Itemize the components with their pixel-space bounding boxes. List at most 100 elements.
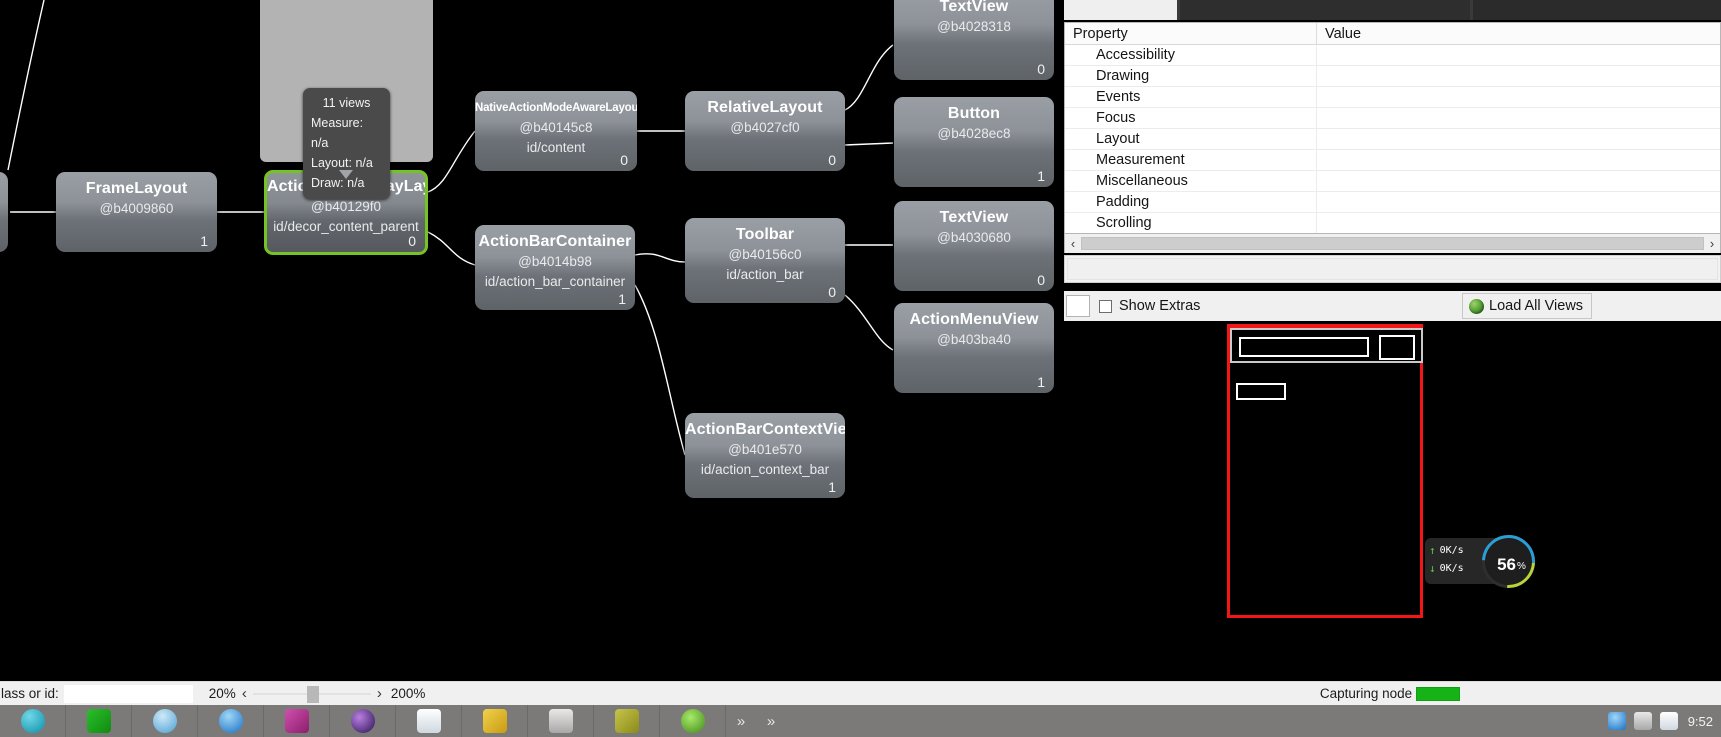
properties-table-header: Property Value [1065, 23, 1720, 45]
tree-node-toolbar[interactable]: Toolbar @b40156c0 id/action_bar 0 [685, 218, 845, 303]
tree-node-title: NativeActionModeAwareLayout [475, 102, 637, 114]
taskbar-icon-magenta-folder [284, 709, 309, 733]
tree-node-textview-2[interactable]: TextView @b4030680 0 [894, 201, 1054, 291]
property-name: Focus [1096, 110, 1136, 126]
property-row[interactable]: Scrolling [1065, 212, 1720, 233]
taskbar-item[interactable] [528, 705, 594, 737]
taskbar-spacer [786, 705, 1600, 737]
property-name: Miscellaneous [1096, 173, 1188, 189]
property-row[interactable]: Layout [1065, 128, 1720, 150]
tree-node-child-count: 0 [1037, 272, 1045, 288]
tree-node-title: ActionBarContainer [478, 233, 632, 250]
taskbar-icon-green [86, 709, 111, 733]
tray-volume-icon[interactable] [1633, 712, 1652, 730]
properties-horizontal-scrollbar[interactable]: ‹ › [1064, 234, 1721, 253]
tree-node-nativeactionmodeawarelayout[interactable]: NativeActionModeAwareLayout @b40145c8 id… [475, 91, 637, 171]
tree-node-partial[interactable]: 0 [0, 172, 8, 252]
tree-node-actionmenuview[interactable]: ActionMenuView @b403ba40 1 [894, 303, 1054, 393]
tree-node-title: Toolbar [735, 226, 795, 243]
taskbar-item[interactable] [0, 705, 66, 737]
property-value [1316, 149, 1720, 171]
show-extras-checkbox[interactable] [1099, 299, 1112, 313]
tree-node-title: ActionBarContextView [685, 421, 845, 438]
zoom-slider-thumb[interactable] [306, 685, 319, 703]
tree-node-framelayout[interactable]: FrameLayout @b4009860 1 [56, 172, 217, 252]
tooltip-view-count: 11 views [322, 96, 371, 110]
filter-input[interactable] [63, 684, 193, 703]
tree-node-child-count: 0 [408, 233, 416, 249]
tray-network-icon[interactable] [1607, 712, 1626, 730]
zoom-decrease-icon[interactable]: ‹ [236, 685, 253, 702]
tree-node-address: @b4027cf0 [730, 120, 800, 135]
taskbar-overflow-icon[interactable]: » [726, 713, 756, 730]
taskbar-item[interactable] [660, 705, 726, 737]
property-value [1316, 128, 1720, 150]
extras-color-swatch[interactable] [1066, 295, 1090, 317]
tree-node-resource-id: id/action_context_bar [700, 462, 830, 477]
scroll-right-icon[interactable]: › [1704, 236, 1720, 251]
device-screen-preview[interactable] [1227, 325, 1423, 618]
taskbar-icon-teal [20, 709, 45, 733]
panel-strip-block-b [1180, 0, 1470, 20]
taskbar-item[interactable] [462, 705, 528, 737]
property-value [1316, 44, 1720, 66]
cpu-usage-value: 56 [1497, 554, 1516, 574]
property-row[interactable]: Padding [1065, 191, 1720, 213]
property-name: Accessibility [1096, 47, 1175, 63]
properties-table[interactable]: Property Value Accessibility Drawing Event… [1064, 22, 1721, 234]
tree-node-title: Button [947, 105, 1001, 122]
property-row[interactable]: Focus [1065, 107, 1720, 129]
zoom-increase-icon[interactable]: › [371, 685, 388, 702]
tooltip-measure: Measure: n/a [311, 116, 364, 150]
property-name: Drawing [1096, 68, 1150, 84]
taskbar-icon-folder [482, 709, 507, 733]
tree-node-relativelayout[interactable]: RelativeLayout @b4027cf0 0 [685, 91, 845, 171]
taskbar-item[interactable] [132, 705, 198, 737]
tray-battery-icon[interactable] [1659, 712, 1678, 730]
tree-node-child-count: 0 [828, 284, 836, 300]
panel-strip-block-a [1064, 0, 1177, 20]
load-all-views-button[interactable]: Load All Views [1462, 293, 1593, 319]
tree-node-button[interactable]: Button @b4028ec8 1 [894, 97, 1054, 187]
taskbar-item[interactable] [330, 705, 396, 737]
tree-node-actionbarcontainer[interactable]: ActionBarContainer @b4014b98 id/action_b… [475, 225, 635, 310]
view-hierarchy-canvas[interactable]: 0 FrameLayout @b4009860 1 ActionBarOverl… [0, 0, 1059, 681]
tree-node-address: @b4028318 [937, 19, 1011, 34]
properties-table-body: Accessibility Drawing Events Focus Layout Mea… [1065, 44, 1720, 233]
scroll-left-icon[interactable]: ‹ [1065, 236, 1081, 251]
taskbar-item[interactable] [594, 705, 660, 737]
os-taskbar[interactable]: » » 9:52 [0, 705, 1721, 737]
tree-bottom-toolbar: lass or id: 20% ‹ › 200% [0, 681, 1059, 705]
show-extras-label: Show Extras [1119, 298, 1201, 314]
taskbar-item[interactable] [396, 705, 462, 737]
download-speed-value: 0K/s [1439, 563, 1464, 574]
tree-node-child-count: 0 [620, 152, 628, 168]
tree-node-textview-1[interactable]: TextView @b4028318 0 [894, 0, 1054, 80]
tree-node-resource-id: id/decor_content_parent [273, 219, 419, 234]
zoom-slider[interactable] [252, 685, 371, 703]
taskbar-item[interactable] [66, 705, 132, 737]
property-row[interactable]: Miscellaneous [1065, 170, 1720, 192]
taskbar-item[interactable] [198, 705, 264, 737]
tree-node-resource-id: id/action_bar [726, 267, 804, 282]
tree-node-address: @b40129f0 [310, 199, 381, 214]
column-header-property[interactable]: Property [1065, 26, 1316, 42]
tree-node-actionbarcontextview[interactable]: ActionBarContextView @b401e570 id/action… [685, 413, 845, 498]
property-row[interactable]: Accessibility [1065, 44, 1720, 66]
system-monitor-widget[interactable]: ↑ 0K/s ↓ 0K/s 56 % [1425, 524, 1546, 599]
column-header-value[interactable]: Value [1316, 23, 1720, 45]
arrow-down-icon: ↓ [1429, 562, 1436, 575]
property-row[interactable]: Events [1065, 86, 1720, 108]
property-row[interactable]: Measurement [1065, 149, 1720, 171]
scrollbar-thumb[interactable] [1081, 237, 1704, 250]
taskbar-overflow-icon-2[interactable]: » [756, 713, 786, 730]
property-row[interactable]: Drawing [1065, 65, 1720, 87]
preview-toolbar-outline [1230, 328, 1423, 363]
globe-icon [1469, 298, 1484, 314]
taskbar-icon-purple [350, 709, 375, 733]
taskbar-item[interactable] [264, 705, 330, 737]
taskbar-clock[interactable]: 9:52 [1688, 714, 1713, 729]
status-bar: Capturing node [1059, 681, 1721, 705]
property-detail-box [1064, 255, 1721, 283]
taskbar-icon-lgreen [680, 709, 705, 733]
